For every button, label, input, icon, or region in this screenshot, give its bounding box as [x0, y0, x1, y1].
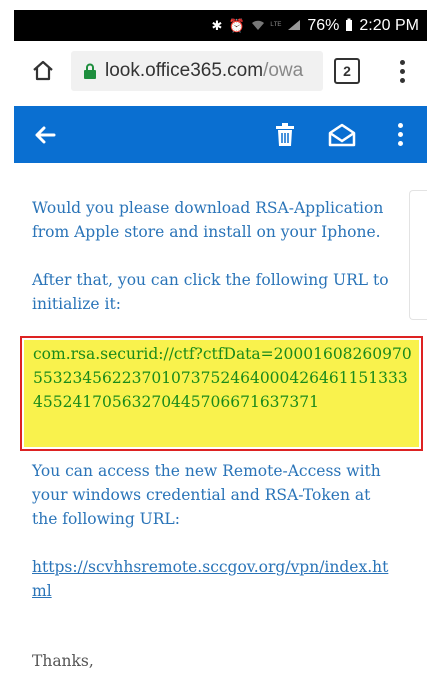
- mail-more-button[interactable]: [390, 106, 410, 163]
- bluetooth-icon: ✱: [211, 18, 223, 33]
- home-icon: [33, 60, 53, 81]
- signal-icon: [287, 19, 301, 33]
- browser-address-bar: look.office365.com/owa 2: [14, 41, 427, 101]
- mail-toolbar: [14, 106, 427, 163]
- lte-icon: ᴸᵀᴱ: [270, 20, 282, 30]
- back-button[interactable]: [30, 106, 60, 163]
- vpn-link-container: https://scvhhsremote.sccgov.org/vpn/inde…: [32, 555, 398, 603]
- url-field[interactable]: look.office365.com/owa: [71, 51, 323, 91]
- mark-read-icon: [328, 123, 356, 146]
- delete-button[interactable]: [270, 106, 300, 163]
- message-paragraph-download: Would you please download RSA-Applicatio…: [32, 199, 384, 241]
- tab-switcher-button[interactable]: 2: [334, 58, 360, 84]
- alarm-icon: ⏰: [228, 18, 245, 33]
- wifi-icon: [251, 19, 265, 33]
- more-vertical-icon: [399, 59, 405, 65]
- message-paragraph-remote-access: You can access the new Remote-Access wit…: [32, 462, 381, 528]
- message-paragraph-after: After that, you can click the following …: [32, 271, 389, 313]
- url-domain: look.office365.com: [105, 60, 264, 81]
- url-path: /owa: [263, 60, 304, 81]
- scroll-indicator[interactable]: [409, 190, 427, 320]
- arrow-left-icon: [35, 126, 56, 143]
- status-bar: ✱ ⏰ ᴸᵀᴱ 76% 2:20 PM: [14, 10, 427, 41]
- lock-icon: [83, 63, 97, 79]
- rsa-token-url[interactable]: com.rsa.securid://ctf?ctfData=2000160826…: [33, 342, 415, 414]
- trash-icon: [276, 122, 294, 146]
- more-vertical-icon: [397, 123, 403, 128]
- closing-text: Thanks,: [32, 652, 94, 670]
- mark-read-button[interactable]: [326, 106, 358, 163]
- battery-level: 76%: [307, 16, 340, 34]
- clock: 2:20 PM: [359, 16, 419, 34]
- url-text: look.office365.com/owa: [105, 60, 303, 82]
- vpn-link[interactable]: https://scvhhsremote.sccgov.org/vpn/inde…: [32, 558, 388, 600]
- home-button[interactable]: [20, 48, 66, 94]
- battery-icon: [345, 18, 353, 34]
- browser-menu-button[interactable]: [392, 55, 412, 87]
